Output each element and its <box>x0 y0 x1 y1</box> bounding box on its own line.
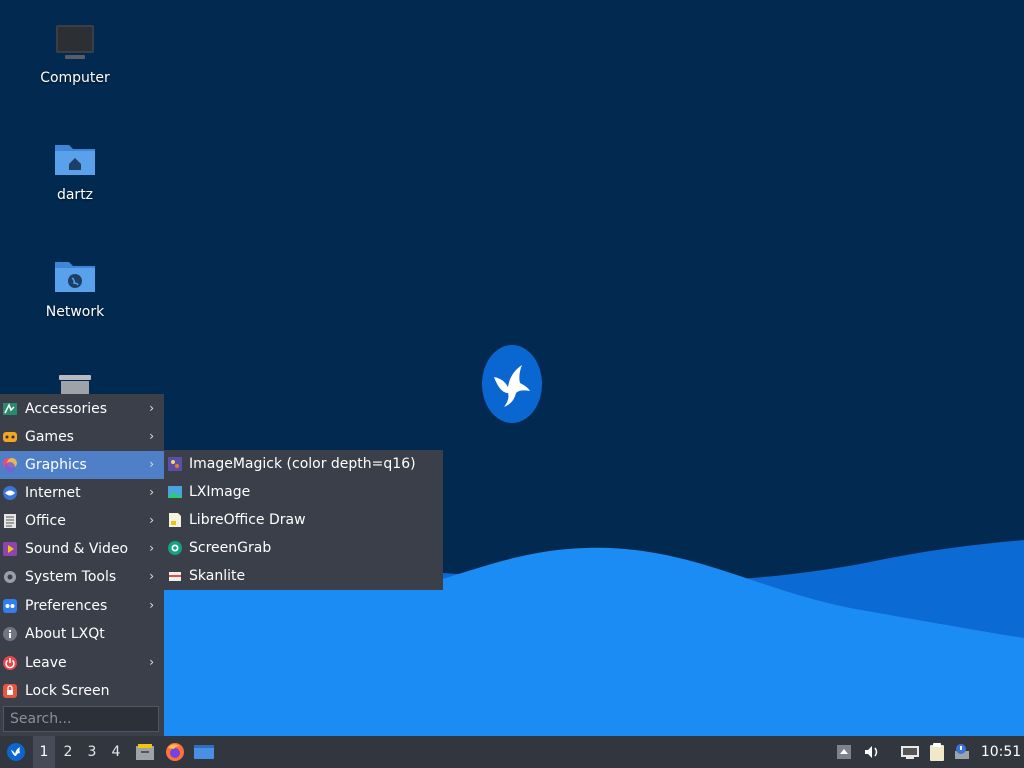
firefox-icon <box>166 743 184 761</box>
menu-item-lock-screen[interactable]: Lock Screen <box>0 677 164 705</box>
menu-search-input[interactable] <box>4 707 158 731</box>
update-notifier-button[interactable] <box>952 736 972 768</box>
chevron-right-icon: › <box>149 457 154 471</box>
menu-item-label: Internet <box>25 485 81 501</box>
firefox-launcher[interactable] <box>163 736 187 768</box>
computer-icon <box>56 25 94 59</box>
submenu-item-screengrab[interactable]: ScreenGrab <box>164 534 443 562</box>
libreoffice-draw-icon <box>169 513 181 527</box>
workspace-1-button[interactable]: 1 <box>33 736 55 768</box>
lximage-icon <box>168 486 182 498</box>
chevron-right-icon: › <box>149 485 154 499</box>
clipboard-icon <box>930 743 944 761</box>
menu-item-office[interactable]: Office › <box>0 507 164 535</box>
menu-item-graphics[interactable]: Graphics › <box>0 451 164 479</box>
clipboard-button[interactable] <box>926 736 948 768</box>
chevron-right-icon: › <box>149 598 154 612</box>
clock[interactable]: 10:51 <box>980 736 1022 768</box>
internet-icon <box>3 486 17 500</box>
update-notifier-icon <box>955 744 969 759</box>
desktop-icon-computer[interactable]: Computer <box>20 20 130 86</box>
file-manager-launcher[interactable] <box>133 736 157 768</box>
network-status-button[interactable] <box>898 736 922 768</box>
tray-expand-button[interactable] <box>834 736 854 768</box>
workspace-2-button[interactable]: 2 <box>57 736 79 768</box>
menu-item-label: Office <box>25 513 66 529</box>
menu-item-leave[interactable]: Leave › <box>0 649 164 677</box>
application-menu: Accessories › Games › Graphics › Interne… <box>0 394 164 736</box>
office-icon <box>4 514 16 528</box>
lock-icon <box>3 684 17 698</box>
graphics-submenu: ImageMagick (color depth=q16) LXImage Li… <box>164 450 443 590</box>
desktop-icon-network[interactable]: Network <box>20 254 130 320</box>
submenu-item-label: Skanlite <box>189 568 246 584</box>
menu-item-accessories[interactable]: Accessories › <box>0 395 164 423</box>
menu-item-internet[interactable]: Internet › <box>0 479 164 507</box>
show-desktop-button[interactable] <box>192 736 216 768</box>
workspace-3-button[interactable]: 3 <box>81 736 103 768</box>
submenu-item-label: ScreenGrab <box>189 540 272 556</box>
volume-button[interactable] <box>862 736 882 768</box>
screengrab-icon <box>168 541 182 555</box>
desktop-icon-home[interactable]: dartz <box>20 137 130 203</box>
leave-icon <box>3 656 17 670</box>
taskbar: 1 2 3 4 10:51 <box>0 736 1024 768</box>
submenu-item-label: LibreOffice Draw <box>189 512 306 528</box>
menu-item-label: System Tools <box>25 569 117 585</box>
submenu-item-label: ImageMagick (color depth=q16) <box>189 456 416 472</box>
menu-item-label: Graphics <box>25 457 87 473</box>
submenu-item-lximage[interactable]: LXImage <box>164 478 443 506</box>
chevron-right-icon: › <box>149 429 154 443</box>
menu-item-label: Accessories <box>25 401 108 417</box>
chevron-right-icon: › <box>149 401 154 415</box>
volume-icon <box>865 746 878 758</box>
submenu-item-skanlite[interactable]: Skanlite <box>164 562 443 590</box>
lubuntu-start-icon <box>7 743 25 761</box>
menu-search-box <box>3 706 159 732</box>
about-icon <box>3 627 17 641</box>
menu-item-label: Sound & Video <box>25 541 129 557</box>
skanlite-icon <box>169 572 181 581</box>
network-folder-icon <box>55 262 95 292</box>
chevron-right-icon: › <box>149 569 154 583</box>
submenu-item-label: LXImage <box>189 484 251 500</box>
menu-item-system-tools[interactable]: System Tools › <box>0 563 164 591</box>
imagemagick-icon <box>168 457 182 471</box>
desktop-icon-label: dartz <box>56 187 94 203</box>
preferences-icon <box>3 599 17 613</box>
menu-item-label: Leave <box>25 655 67 671</box>
tray-up-icon <box>837 745 851 759</box>
accessories-icon <box>3 403 17 415</box>
workspace-4-button[interactable]: 4 <box>105 736 127 768</box>
sound-video-icon <box>3 542 17 556</box>
system-tools-icon <box>4 571 16 583</box>
submenu-item-libreoffice-draw[interactable]: LibreOffice Draw <box>164 506 443 534</box>
home-folder-icon <box>55 145 95 175</box>
menu-item-label: Lock Screen <box>25 683 110 699</box>
submenu-item-imagemagick[interactable]: ImageMagick (color depth=q16) <box>164 450 443 478</box>
start-menu-button[interactable] <box>2 736 30 768</box>
clock-time: 10:51 <box>980 744 1022 760</box>
chevron-right-icon: › <box>149 655 154 669</box>
menu-item-label: Games <box>25 429 74 445</box>
menu-item-about-lxqt[interactable]: About LXQt <box>0 620 164 648</box>
menu-item-label: About LXQt <box>25 626 105 642</box>
menu-item-games[interactable]: Games › <box>0 423 164 451</box>
menu-item-preferences[interactable]: Preferences › <box>0 592 164 620</box>
chevron-right-icon: › <box>149 541 154 555</box>
show-desktop-icon <box>194 745 214 759</box>
chevron-right-icon: › <box>149 513 154 527</box>
menu-item-sound-video[interactable]: Sound & Video › <box>0 535 164 563</box>
lubuntu-bird-logo <box>482 345 542 423</box>
file-manager-icon <box>136 744 154 760</box>
games-icon <box>3 432 17 442</box>
graphics-icon <box>3 458 17 472</box>
desktop-icon-label: Network <box>45 304 105 320</box>
network-icon <box>901 746 919 759</box>
desktop-icon-label: Computer <box>40 70 110 86</box>
menu-item-label: Preferences <box>25 598 108 614</box>
